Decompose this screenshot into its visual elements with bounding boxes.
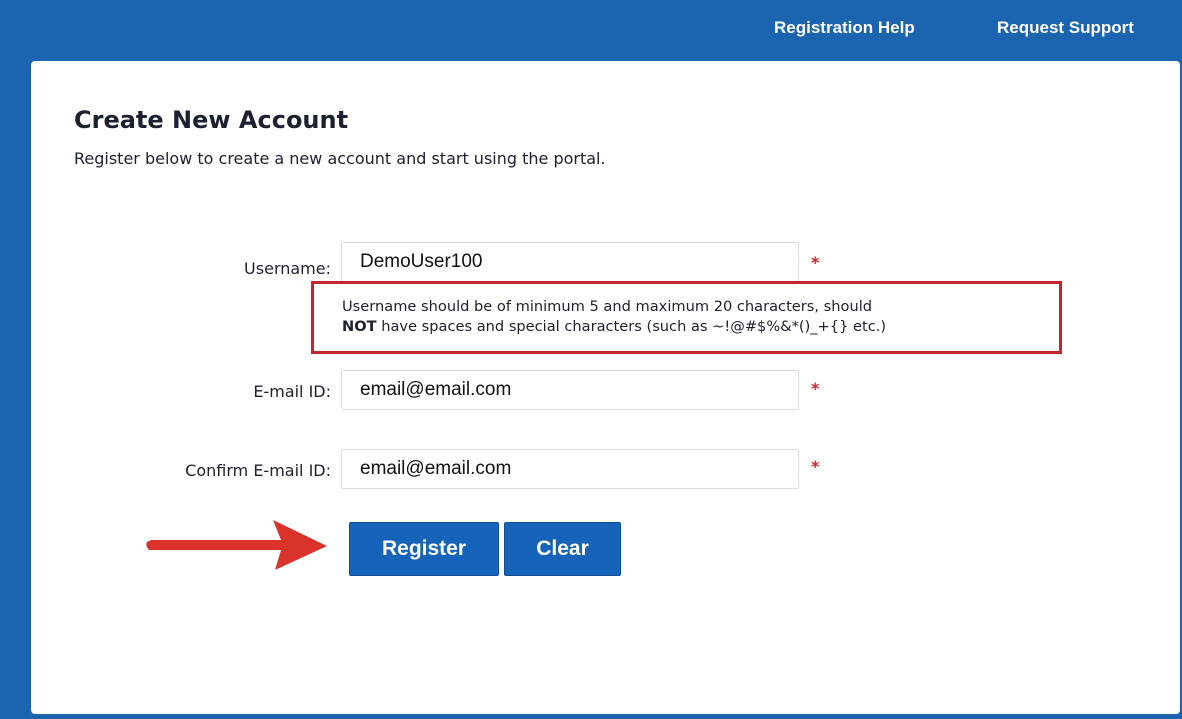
top-navigation-bar: Registration Help Request Support xyxy=(0,0,1182,58)
registration-panel: Create New Account Register below to cre… xyxy=(31,61,1180,714)
register-button[interactable]: Register xyxy=(349,522,499,576)
clear-button[interactable]: Clear xyxy=(504,522,621,576)
page-title: Create New Account xyxy=(74,106,349,134)
username-hint-line1: Username should be of minimum 5 and maxi… xyxy=(342,298,873,315)
username-required-mark: * xyxy=(811,253,820,272)
email-input[interactable] xyxy=(341,370,799,410)
confirm-email-required-mark: * xyxy=(811,457,820,476)
request-support-link[interactable]: Request Support xyxy=(997,18,1134,38)
username-hint-box: Username should be of minimum 5 and maxi… xyxy=(311,281,1062,354)
username-hint-line2: NOT have spaces and special characters (… xyxy=(342,317,1059,337)
page-subtitle: Register below to create a new account a… xyxy=(74,149,606,168)
email-label: E-mail ID: xyxy=(253,382,331,401)
username-hint-not: NOT xyxy=(342,318,377,335)
username-label: Username: xyxy=(244,259,331,278)
confirm-email-label: Confirm E-mail ID: xyxy=(185,461,331,480)
username-input[interactable] xyxy=(341,242,799,282)
registration-help-link[interactable]: Registration Help xyxy=(774,18,915,38)
email-required-mark: * xyxy=(811,379,820,398)
username-hint-line2-rest: have spaces and special characters (such… xyxy=(376,318,887,335)
confirm-email-input[interactable] xyxy=(341,449,799,489)
right-arrow-icon xyxy=(146,520,327,570)
